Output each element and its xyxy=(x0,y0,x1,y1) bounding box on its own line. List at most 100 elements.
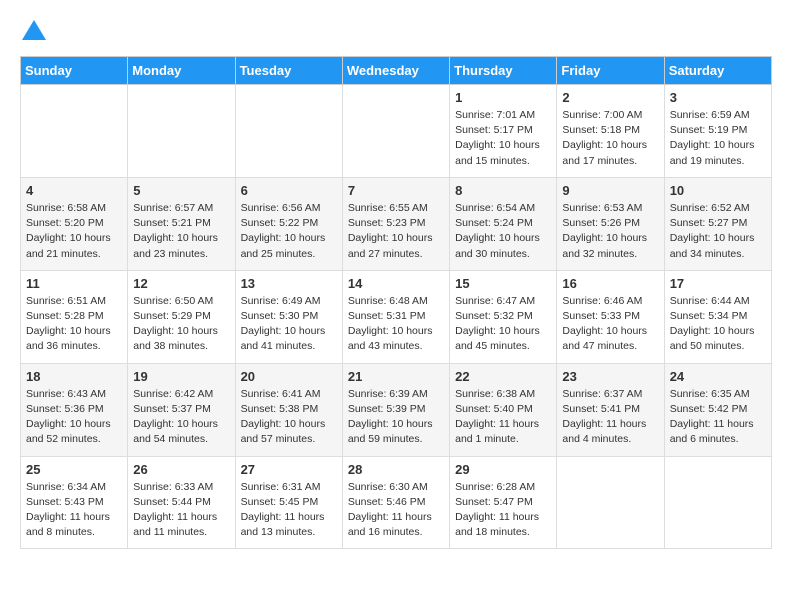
day-cell: 10 Sunrise: 6:52 AM Sunset: 5:27 PM Dayli… xyxy=(664,177,771,270)
day-cell: 29 Sunrise: 6:28 AM Sunset: 5:47 PM Dayli… xyxy=(450,456,557,549)
day-number: 6 xyxy=(241,183,337,198)
day-cell: 14 Sunrise: 6:48 AM Sunset: 5:31 PM Dayli… xyxy=(342,270,449,363)
day-cell xyxy=(21,85,128,178)
day-number: 21 xyxy=(348,369,444,384)
day-number: 8 xyxy=(455,183,551,198)
day-cell: 13Sunrise: 6:49 AM Sunset: 5:30 PM Dayli… xyxy=(235,270,342,363)
day-number: 20 xyxy=(241,369,337,384)
day-cell: 18Sunrise: 6:43 AM Sunset: 5:36 PM Dayli… xyxy=(21,363,128,456)
day-info: Sunrise: 6:48 AM Sunset: 5:31 PM Dayligh… xyxy=(348,294,444,355)
day-cell: 6 Sunrise: 6:56 AM Sunset: 5:22 PM Daylig… xyxy=(235,177,342,270)
week-row-1: 1Sunrise: 7:01 AM Sunset: 5:17 PM Daylig… xyxy=(21,85,772,178)
day-info: Sunrise: 6:55 AM Sunset: 5:23 PM Dayligh… xyxy=(348,201,444,262)
day-number: 9 xyxy=(562,183,658,198)
day-number: 14 xyxy=(348,276,444,291)
day-cell xyxy=(235,85,342,178)
day-info: Sunrise: 6:41 AM Sunset: 5:38 PM Dayligh… xyxy=(241,387,337,448)
logo xyxy=(20,20,46,46)
day-info: Sunrise: 6:42 AM Sunset: 5:37 PM Dayligh… xyxy=(133,387,229,448)
day-info: Sunrise: 6:39 AM Sunset: 5:39 PM Dayligh… xyxy=(348,387,444,448)
header-friday: Friday xyxy=(557,57,664,85)
day-cell: 3 Sunrise: 6:59 AM Sunset: 5:19 PM Daylig… xyxy=(664,85,771,178)
day-number: 24 xyxy=(670,369,766,384)
day-number: 27 xyxy=(241,462,337,477)
day-number: 3 xyxy=(670,90,766,105)
day-info: Sunrise: 6:51 AM Sunset: 5:28 PM Dayligh… xyxy=(26,294,122,355)
day-info: Sunrise: 6:43 AM Sunset: 5:36 PM Dayligh… xyxy=(26,387,122,448)
day-cell: 17 Sunrise: 6:44 AM Sunset: 5:34 PM Dayli… xyxy=(664,270,771,363)
day-cell: 26 Sunrise: 6:33 AM Sunset: 5:44 PM Dayli… xyxy=(128,456,235,549)
day-info: Sunrise: 6:35 AM Sunset: 5:42 PM Dayligh… xyxy=(670,387,766,448)
day-info: Sunrise: 7:01 AM Sunset: 5:17 PM Dayligh… xyxy=(455,108,551,169)
day-cell: 4 Sunrise: 6:58 AM Sunset: 5:20 PM Daylig… xyxy=(21,177,128,270)
day-cell: 11 Sunrise: 6:51 AM Sunset: 5:28 PM Dayli… xyxy=(21,270,128,363)
day-info: Sunrise: 6:37 AM Sunset: 5:41 PM Dayligh… xyxy=(562,387,658,448)
day-info: Sunrise: 6:34 AM Sunset: 5:43 PM Dayligh… xyxy=(26,480,122,541)
day-cell: 20 Sunrise: 6:41 AM Sunset: 5:38 PM Dayli… xyxy=(235,363,342,456)
day-info: Sunrise: 7:00 AM Sunset: 5:18 PM Dayligh… xyxy=(562,108,658,169)
day-cell: 22 Sunrise: 6:38 AM Sunset: 5:40 PM Dayli… xyxy=(450,363,557,456)
day-cell: 24 Sunrise: 6:35 AM Sunset: 5:42 PM Dayli… xyxy=(664,363,771,456)
header-wednesday: Wednesday xyxy=(342,57,449,85)
day-number: 25 xyxy=(26,462,122,477)
day-info: Sunrise: 6:57 AM Sunset: 5:21 PM Dayligh… xyxy=(133,201,229,262)
day-cell xyxy=(342,85,449,178)
day-info: Sunrise: 6:44 AM Sunset: 5:34 PM Dayligh… xyxy=(670,294,766,355)
day-number: 22 xyxy=(455,369,551,384)
day-number: 12 xyxy=(133,276,229,291)
day-cell: 2Sunrise: 7:00 AM Sunset: 5:18 PM Daylig… xyxy=(557,85,664,178)
logo-icon xyxy=(22,20,46,40)
day-cell: 21 Sunrise: 6:39 AM Sunset: 5:39 PM Dayli… xyxy=(342,363,449,456)
day-number: 23 xyxy=(562,369,658,384)
day-cell: 19 Sunrise: 6:42 AM Sunset: 5:37 PM Dayli… xyxy=(128,363,235,456)
header-saturday: Saturday xyxy=(664,57,771,85)
day-cell: 9 Sunrise: 6:53 AM Sunset: 5:26 PM Daylig… xyxy=(557,177,664,270)
day-info: Sunrise: 6:56 AM Sunset: 5:22 PM Dayligh… xyxy=(241,201,337,262)
day-cell: 5 Sunrise: 6:57 AM Sunset: 5:21 PM Daylig… xyxy=(128,177,235,270)
day-number: 17 xyxy=(670,276,766,291)
day-cell: 27Sunrise: 6:31 AM Sunset: 5:45 PM Dayli… xyxy=(235,456,342,549)
day-number: 29 xyxy=(455,462,551,477)
day-cell: 23 Sunrise: 6:37 AM Sunset: 5:41 PM Dayli… xyxy=(557,363,664,456)
page-header xyxy=(20,20,772,46)
day-cell xyxy=(128,85,235,178)
week-row-4: 18Sunrise: 6:43 AM Sunset: 5:36 PM Dayli… xyxy=(21,363,772,456)
header-monday: Monday xyxy=(128,57,235,85)
day-cell xyxy=(664,456,771,549)
calendar-table: SundayMondayTuesdayWednesdayThursdayFrid… xyxy=(20,56,772,549)
day-number: 28 xyxy=(348,462,444,477)
day-info: Sunrise: 6:54 AM Sunset: 5:24 PM Dayligh… xyxy=(455,201,551,262)
day-cell: 12 Sunrise: 6:50 AM Sunset: 5:29 PM Dayli… xyxy=(128,270,235,363)
day-cell: 15Sunrise: 6:47 AM Sunset: 5:32 PM Dayli… xyxy=(450,270,557,363)
day-cell: 28 Sunrise: 6:30 AM Sunset: 5:46 PM Dayli… xyxy=(342,456,449,549)
day-info: Sunrise: 6:53 AM Sunset: 5:26 PM Dayligh… xyxy=(562,201,658,262)
day-cell xyxy=(557,456,664,549)
day-info: Sunrise: 6:46 AM Sunset: 5:33 PM Dayligh… xyxy=(562,294,658,355)
day-info: Sunrise: 6:38 AM Sunset: 5:40 PM Dayligh… xyxy=(455,387,551,448)
day-info: Sunrise: 6:50 AM Sunset: 5:29 PM Dayligh… xyxy=(133,294,229,355)
day-cell: 1Sunrise: 7:01 AM Sunset: 5:17 PM Daylig… xyxy=(450,85,557,178)
week-row-2: 4 Sunrise: 6:58 AM Sunset: 5:20 PM Daylig… xyxy=(21,177,772,270)
day-info: Sunrise: 6:28 AM Sunset: 5:47 PM Dayligh… xyxy=(455,480,551,541)
week-row-5: 25 Sunrise: 6:34 AM Sunset: 5:43 PM Dayli… xyxy=(21,456,772,549)
day-cell: 25 Sunrise: 6:34 AM Sunset: 5:43 PM Dayli… xyxy=(21,456,128,549)
header-tuesday: Tuesday xyxy=(235,57,342,85)
header-row: SundayMondayTuesdayWednesdayThursdayFrid… xyxy=(21,57,772,85)
day-number: 4 xyxy=(26,183,122,198)
day-cell: 8 Sunrise: 6:54 AM Sunset: 5:24 PM Daylig… xyxy=(450,177,557,270)
day-number: 10 xyxy=(670,183,766,198)
day-info: Sunrise: 6:59 AM Sunset: 5:19 PM Dayligh… xyxy=(670,108,766,169)
day-cell: 7 Sunrise: 6:55 AM Sunset: 5:23 PM Daylig… xyxy=(342,177,449,270)
day-number: 26 xyxy=(133,462,229,477)
logo-text xyxy=(20,20,46,46)
day-number: 19 xyxy=(133,369,229,384)
day-info: Sunrise: 6:49 AM Sunset: 5:30 PM Dayligh… xyxy=(241,294,337,355)
day-number: 7 xyxy=(348,183,444,198)
day-number: 16 xyxy=(562,276,658,291)
day-number: 5 xyxy=(133,183,229,198)
day-info: Sunrise: 6:30 AM Sunset: 5:46 PM Dayligh… xyxy=(348,480,444,541)
day-info: Sunrise: 6:33 AM Sunset: 5:44 PM Dayligh… xyxy=(133,480,229,541)
day-info: Sunrise: 6:58 AM Sunset: 5:20 PM Dayligh… xyxy=(26,201,122,262)
day-info: Sunrise: 6:52 AM Sunset: 5:27 PM Dayligh… xyxy=(670,201,766,262)
day-number: 11 xyxy=(26,276,122,291)
